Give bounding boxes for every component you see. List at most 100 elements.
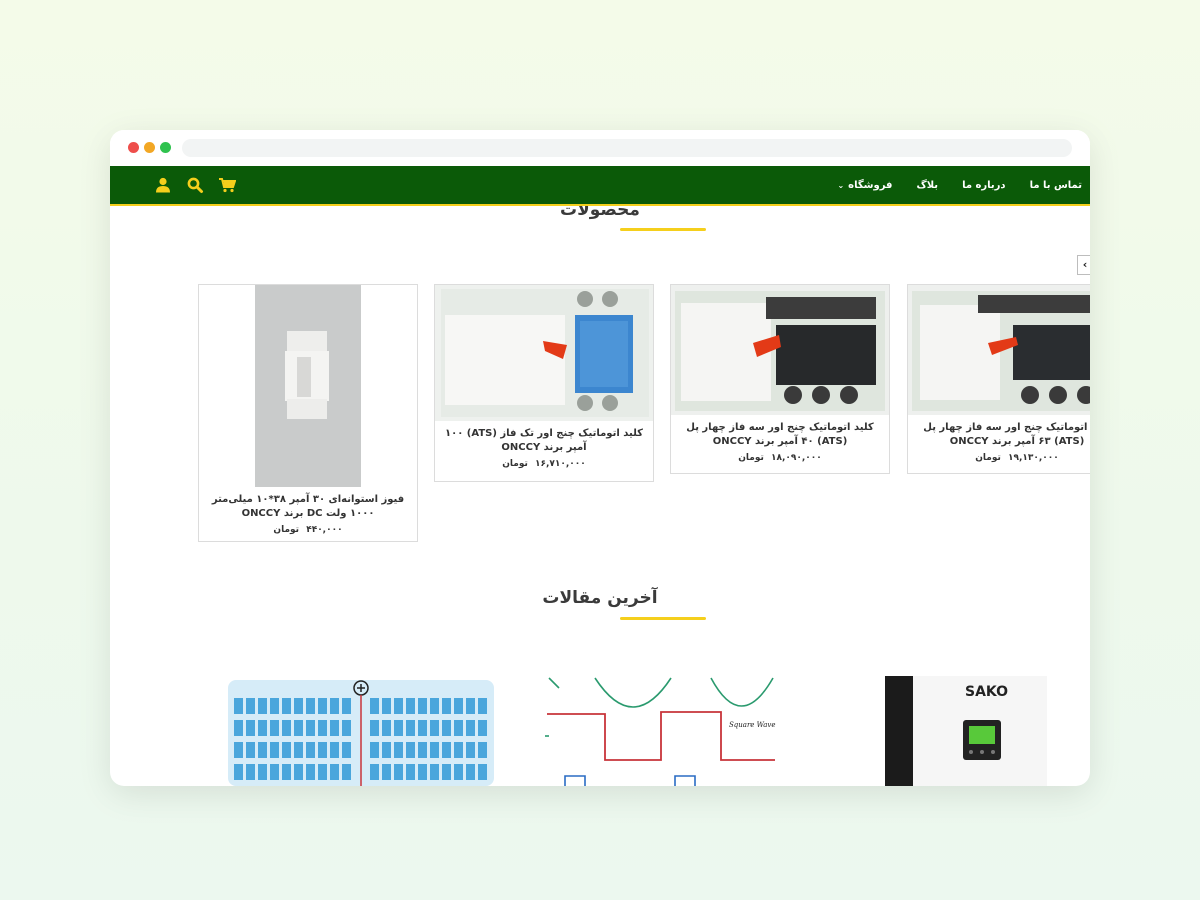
maximize-window-button[interactable] xyxy=(160,142,171,153)
solar-cell xyxy=(466,720,475,736)
solar-cell xyxy=(342,742,351,758)
product-card[interactable]: فیوز استوانه‌ای ۳۰ آمپر ۳۸*۱۰ میلی‌متر ۱… xyxy=(198,284,418,542)
solar-cell xyxy=(406,698,415,714)
solar-cell xyxy=(406,764,415,780)
solar-cell xyxy=(394,698,403,714)
slider-next-button[interactable]: ‹ xyxy=(1077,255,1090,275)
product-price: ۴۴۰,۰۰۰ تومان xyxy=(273,525,343,535)
solar-cell xyxy=(318,764,327,780)
article-image[interactable]: SAKO xyxy=(885,676,1047,786)
solar-cell xyxy=(418,698,427,714)
product-image[interactable] xyxy=(435,285,653,421)
solar-cell xyxy=(382,720,391,736)
solar-cell xyxy=(370,764,379,780)
solar-cell xyxy=(270,742,279,758)
solar-cell xyxy=(282,742,291,758)
address-bar[interactable] xyxy=(182,139,1072,157)
solar-cell xyxy=(478,764,487,780)
menu-item-about[interactable]: درباره ما xyxy=(962,180,1006,191)
solar-cell xyxy=(342,698,351,714)
solar-cell xyxy=(466,764,475,780)
solar-cell xyxy=(342,764,351,780)
solar-cell xyxy=(330,742,339,758)
user-icon[interactable] xyxy=(154,176,172,194)
solar-cell xyxy=(454,764,463,780)
solar-cell xyxy=(246,764,255,780)
solar-cell xyxy=(234,764,243,780)
product-name[interactable]: کلید اتوماتیک چنج اور سه فاز چهار پل (AT… xyxy=(916,421,1090,449)
solar-cell xyxy=(282,764,291,780)
solar-cell xyxy=(258,764,267,780)
product-image[interactable] xyxy=(199,285,417,487)
product-card[interactable]: کلید اتوماتیک چنج اور سه فاز چهار پل (AT… xyxy=(907,284,1090,474)
solar-cell xyxy=(430,742,439,758)
solar-cell xyxy=(306,698,315,714)
menu-item-shop[interactable]: فروشگاه ⌄ xyxy=(837,180,892,191)
solar-cell xyxy=(330,698,339,714)
solar-cell xyxy=(418,720,427,736)
product-card[interactable]: کلید اتوماتیک چنج اور سه فاز چهار پل (AT… xyxy=(670,284,890,474)
solar-cell xyxy=(258,742,267,758)
product-card[interactable]: کلید اتوماتیک چنج اور تک فاز (ATS) ۱۰۰ آ… xyxy=(434,284,654,482)
close-window-button[interactable] xyxy=(128,142,139,153)
menu-item-label: بلاگ xyxy=(916,179,939,191)
solar-cell xyxy=(318,698,327,714)
product-name[interactable]: کلید اتوماتیک چنج اور سه فاز چهار پل (AT… xyxy=(679,421,881,449)
solar-cell xyxy=(394,764,403,780)
solar-cell xyxy=(330,720,339,736)
solar-cell xyxy=(294,764,303,780)
site-navbar: فروشگاه ⌄ بلاگ درباره ما تماس با ما xyxy=(110,166,1090,206)
solar-cell xyxy=(418,742,427,758)
browser-titlebar xyxy=(110,130,1090,166)
menu-item-blog[interactable]: بلاگ xyxy=(916,180,938,191)
solar-cell xyxy=(394,720,403,736)
solar-cell xyxy=(382,742,391,758)
solar-cell xyxy=(442,720,451,736)
solar-cell xyxy=(430,698,439,714)
solar-cell xyxy=(270,720,279,736)
wave-label: Square Wave xyxy=(729,721,776,729)
solar-cell xyxy=(234,698,243,714)
page-content: محصولات ‹ کلید اتوماتیک چنج اور س xyxy=(110,206,1090,786)
solar-cell xyxy=(234,742,243,758)
solar-cell xyxy=(258,698,267,714)
solar-cell xyxy=(294,698,303,714)
solar-cell xyxy=(418,764,427,780)
product-image[interactable] xyxy=(908,285,1090,415)
search-icon[interactable] xyxy=(186,176,204,194)
solar-cell xyxy=(306,764,315,780)
solar-cell xyxy=(282,698,291,714)
solar-cell xyxy=(430,720,439,736)
solar-cell xyxy=(394,742,403,758)
product-image[interactable] xyxy=(671,285,889,415)
article-image[interactable]: Square Wave xyxy=(545,676,777,786)
menu-item-contact[interactable]: تماس با ما xyxy=(1030,180,1082,191)
solar-cell xyxy=(234,720,243,736)
product-price: ۱۹,۱۳۰,۰۰۰ تومان xyxy=(975,453,1059,463)
solar-cell xyxy=(430,764,439,780)
cart-icon[interactable] xyxy=(218,176,236,194)
main-menu: فروشگاه ⌄ بلاگ درباره ما تماس با ما xyxy=(837,166,1082,204)
solar-cell xyxy=(442,764,451,780)
solar-cell xyxy=(318,720,327,736)
product-name[interactable]: فیوز استوانه‌ای ۳۰ آمپر ۳۸*۱۰ میلی‌متر ۱… xyxy=(207,493,409,521)
solar-cell xyxy=(454,720,463,736)
solar-cell xyxy=(454,742,463,758)
product-name[interactable]: کلید اتوماتیک چنج اور تک فاز (ATS) ۱۰۰ آ… xyxy=(443,427,645,455)
solar-cell xyxy=(246,742,255,758)
solar-cell xyxy=(382,698,391,714)
solar-cell xyxy=(454,698,463,714)
browser-window: فروشگاه ⌄ بلاگ درباره ما تماس با ما محصو… xyxy=(110,130,1090,786)
menu-item-label: درباره ما xyxy=(962,179,1006,191)
chevron-down-icon: ⌄ xyxy=(837,180,845,190)
solar-cell xyxy=(330,764,339,780)
article-image[interactable] xyxy=(228,680,494,786)
solar-cell xyxy=(370,698,379,714)
title-underline xyxy=(620,228,706,231)
minimize-window-button[interactable] xyxy=(144,142,155,153)
solar-cell xyxy=(306,720,315,736)
solar-cell xyxy=(270,698,279,714)
solar-cell xyxy=(246,720,255,736)
products-section-title: محصولات xyxy=(560,206,640,220)
solar-cell xyxy=(258,720,267,736)
